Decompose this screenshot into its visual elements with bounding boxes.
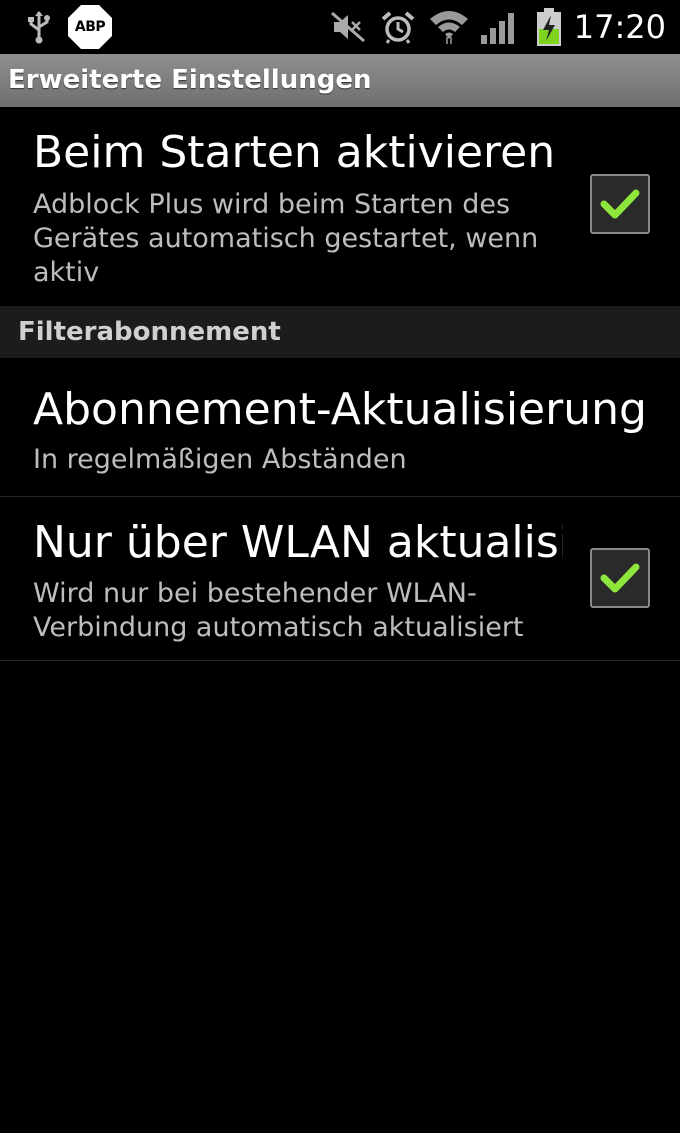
pref-start-on-boot[interactable]: Beim Starten aktivieren Adblock Plus wir… [0,107,680,306]
abp-icon: ABP [66,0,114,54]
start-on-boot-checkbox[interactable] [590,174,650,234]
checkmark-icon [600,563,640,593]
wifi-only-update-checkbox[interactable] [590,548,650,608]
pref-wifi-only-update[interactable]: Nur über WLAN aktualisieren Wird nur bei… [0,497,680,661]
checkmark-icon [600,189,640,219]
title-bar: Erweiterte Einstellungen [0,54,680,107]
pref-wifi-only-update-title: Nur über WLAN aktualisieren [33,517,563,568]
usb-icon [24,0,54,54]
category-title: Filterabonnement [18,317,281,347]
abp-label: ABP [74,19,106,35]
pref-wifi-only-update-summary-line-1: Wird nur bei bestehender WLAN- [33,578,477,609]
pref-start-on-boot-summary-line-3: aktiv [33,257,100,288]
pref-subscription-update-summary: In regelmäßigen Abständen [33,444,407,475]
battery-charging-icon [534,0,564,54]
page-title: Erweiterte Einstellungen [8,65,372,95]
status-clock: 17:20 [573,8,666,46]
alarm-icon [380,0,416,54]
pref-start-on-boot-title: Beim Starten aktivieren [33,127,556,178]
category-header-filter-subscription: Filterabonnement [0,306,680,358]
pref-wifi-only-update-summary-line-2: Verbindung automatisch aktualisiert [33,612,524,643]
pref-subscription-update-title: Abonnement-Aktualisierung [33,384,647,435]
mute-icon [330,0,366,54]
signal-icon [478,0,522,54]
status-bar: ABP 17:20 [0,0,680,54]
pref-start-on-boot-summary-line-1: Adblock Plus wird beim Starten des [33,189,511,220]
wifi-icon [428,0,470,54]
pref-start-on-boot-summary-line-2: Gerätes automatisch gestartet, wenn [33,223,539,254]
pref-subscription-update[interactable]: Abonnement-Aktualisierung In regelmäßige… [0,358,680,497]
